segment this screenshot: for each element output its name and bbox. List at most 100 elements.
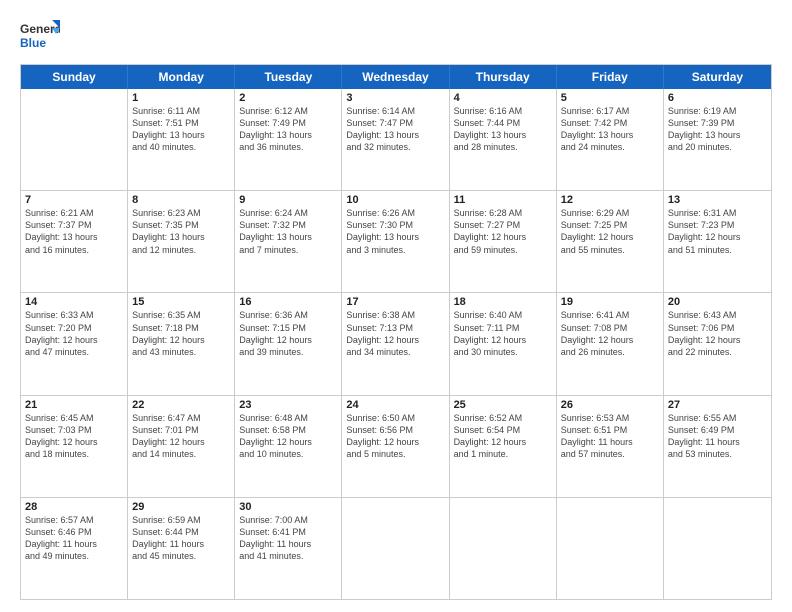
cell-info-line: Daylight: 12 hours [668, 231, 767, 243]
cell-info-line: Sunrise: 6:50 AM [346, 412, 444, 424]
day-number: 23 [239, 399, 337, 411]
calendar-cell-empty-4-6 [664, 498, 771, 599]
cell-info-line: Daylight: 12 hours [668, 334, 767, 346]
day-number: 14 [25, 296, 123, 308]
calendar-row-3: 14Sunrise: 6:33 AMSunset: 7:20 PMDayligh… [21, 292, 771, 394]
cell-info-line: Daylight: 13 hours [346, 129, 444, 141]
calendar-header: SundayMondayTuesdayWednesdayThursdayFrid… [21, 65, 771, 89]
cell-info-line: Sunset: 7:44 PM [454, 117, 552, 129]
cell-info-line: Daylight: 13 hours [132, 129, 230, 141]
cell-info-line: and 51 minutes. [668, 244, 767, 256]
cell-info-line: Daylight: 13 hours [668, 129, 767, 141]
cell-info-line: Sunset: 7:37 PM [25, 219, 123, 231]
cell-info-line: Sunset: 6:54 PM [454, 424, 552, 436]
calendar-cell-26: 26Sunrise: 6:53 AMSunset: 6:51 PMDayligh… [557, 396, 664, 497]
calendar-cell-15: 15Sunrise: 6:35 AMSunset: 7:18 PMDayligh… [128, 293, 235, 394]
calendar-cell-23: 23Sunrise: 6:48 AMSunset: 6:58 PMDayligh… [235, 396, 342, 497]
cell-info-line: and 5 minutes. [346, 448, 444, 460]
calendar-cell-9: 9Sunrise: 6:24 AMSunset: 7:32 PMDaylight… [235, 191, 342, 292]
calendar-cell-12: 12Sunrise: 6:29 AMSunset: 7:25 PMDayligh… [557, 191, 664, 292]
cell-info-line: Daylight: 13 hours [346, 231, 444, 243]
cell-info-line: and 32 minutes. [346, 141, 444, 153]
calendar-cell-8: 8Sunrise: 6:23 AMSunset: 7:35 PMDaylight… [128, 191, 235, 292]
cell-info-line: Sunrise: 6:26 AM [346, 207, 444, 219]
calendar-body: 1Sunrise: 6:11 AMSunset: 7:51 PMDaylight… [21, 89, 771, 599]
cell-info-line: Sunset: 7:23 PM [668, 219, 767, 231]
cell-info-line: and 14 minutes. [132, 448, 230, 460]
cell-info-line: Sunset: 7:32 PM [239, 219, 337, 231]
cell-info-line: and 59 minutes. [454, 244, 552, 256]
page-header: GeneralBlue [20, 18, 772, 54]
day-number: 2 [239, 92, 337, 104]
cell-info-line: Sunset: 7:49 PM [239, 117, 337, 129]
cell-info-line: Sunset: 7:13 PM [346, 322, 444, 334]
day-number: 9 [239, 194, 337, 206]
calendar-cell-29: 29Sunrise: 6:59 AMSunset: 6:44 PMDayligh… [128, 498, 235, 599]
cell-info-line: Daylight: 12 hours [239, 436, 337, 448]
cell-info-line: Sunset: 6:58 PM [239, 424, 337, 436]
cell-info-line: Daylight: 12 hours [25, 436, 123, 448]
cell-info-line: and 3 minutes. [346, 244, 444, 256]
cell-info-line: Daylight: 12 hours [454, 436, 552, 448]
calendar-cell-25: 25Sunrise: 6:52 AMSunset: 6:54 PMDayligh… [450, 396, 557, 497]
cell-info-line: Sunrise: 6:57 AM [25, 514, 123, 526]
cell-info-line: and 36 minutes. [239, 141, 337, 153]
calendar-cell-13: 13Sunrise: 6:31 AMSunset: 7:23 PMDayligh… [664, 191, 771, 292]
cell-info-line: Sunset: 6:46 PM [25, 526, 123, 538]
cell-info-line: and 40 minutes. [132, 141, 230, 153]
day-number: 4 [454, 92, 552, 104]
cell-info-line: and 7 minutes. [239, 244, 337, 256]
cell-info-line: Sunrise: 6:48 AM [239, 412, 337, 424]
cell-info-line: Sunset: 7:06 PM [668, 322, 767, 334]
cell-info-line: Sunrise: 6:12 AM [239, 105, 337, 117]
day-number: 29 [132, 501, 230, 513]
calendar-cell-17: 17Sunrise: 6:38 AMSunset: 7:13 PMDayligh… [342, 293, 449, 394]
day-number: 30 [239, 501, 337, 513]
cell-info-line: Sunset: 7:39 PM [668, 117, 767, 129]
header-day-friday: Friday [557, 65, 664, 89]
cell-info-line: Sunset: 7:42 PM [561, 117, 659, 129]
calendar-cell-5: 5Sunrise: 6:17 AMSunset: 7:42 PMDaylight… [557, 89, 664, 190]
cell-info-line: Daylight: 13 hours [25, 231, 123, 243]
cell-info-line: Sunrise: 6:14 AM [346, 105, 444, 117]
calendar-cell-empty-0-0 [21, 89, 128, 190]
cell-info-line: Daylight: 11 hours [668, 436, 767, 448]
header-day-wednesday: Wednesday [342, 65, 449, 89]
cell-info-line: Sunrise: 6:17 AM [561, 105, 659, 117]
cell-info-line: and 30 minutes. [454, 346, 552, 358]
cell-info-line: Sunrise: 6:36 AM [239, 309, 337, 321]
day-number: 6 [668, 92, 767, 104]
day-number: 22 [132, 399, 230, 411]
cell-info-line: and 47 minutes. [25, 346, 123, 358]
calendar-cell-27: 27Sunrise: 6:55 AMSunset: 6:49 PMDayligh… [664, 396, 771, 497]
cell-info-line: Daylight: 11 hours [25, 538, 123, 550]
cell-info-line: and 10 minutes. [239, 448, 337, 460]
header-day-tuesday: Tuesday [235, 65, 342, 89]
cell-info-line: Sunset: 7:30 PM [346, 219, 444, 231]
cell-info-line: and 1 minute. [454, 448, 552, 460]
day-number: 11 [454, 194, 552, 206]
cell-info-line: and 53 minutes. [668, 448, 767, 460]
calendar-cell-2: 2Sunrise: 6:12 AMSunset: 7:49 PMDaylight… [235, 89, 342, 190]
cell-info-line: Daylight: 13 hours [239, 231, 337, 243]
cell-info-line: Sunrise: 6:43 AM [668, 309, 767, 321]
day-number: 1 [132, 92, 230, 104]
cell-info-line: Sunrise: 6:21 AM [25, 207, 123, 219]
cell-info-line: Sunset: 7:25 PM [561, 219, 659, 231]
calendar-cell-1: 1Sunrise: 6:11 AMSunset: 7:51 PMDaylight… [128, 89, 235, 190]
day-number: 8 [132, 194, 230, 206]
cell-info-line: and 16 minutes. [25, 244, 123, 256]
cell-info-line: Sunset: 6:49 PM [668, 424, 767, 436]
cell-info-line: Sunset: 7:47 PM [346, 117, 444, 129]
cell-info-line: Sunset: 7:01 PM [132, 424, 230, 436]
cell-info-line: Sunrise: 6:19 AM [668, 105, 767, 117]
cell-info-line: Daylight: 12 hours [561, 334, 659, 346]
cell-info-line: Sunset: 6:56 PM [346, 424, 444, 436]
cell-info-line: Daylight: 13 hours [561, 129, 659, 141]
day-number: 27 [668, 399, 767, 411]
cell-info-line: Sunrise: 7:00 AM [239, 514, 337, 526]
cell-info-line: Sunset: 7:03 PM [25, 424, 123, 436]
calendar: SundayMondayTuesdayWednesdayThursdayFrid… [20, 64, 772, 600]
cell-info-line: and 39 minutes. [239, 346, 337, 358]
day-number: 19 [561, 296, 659, 308]
